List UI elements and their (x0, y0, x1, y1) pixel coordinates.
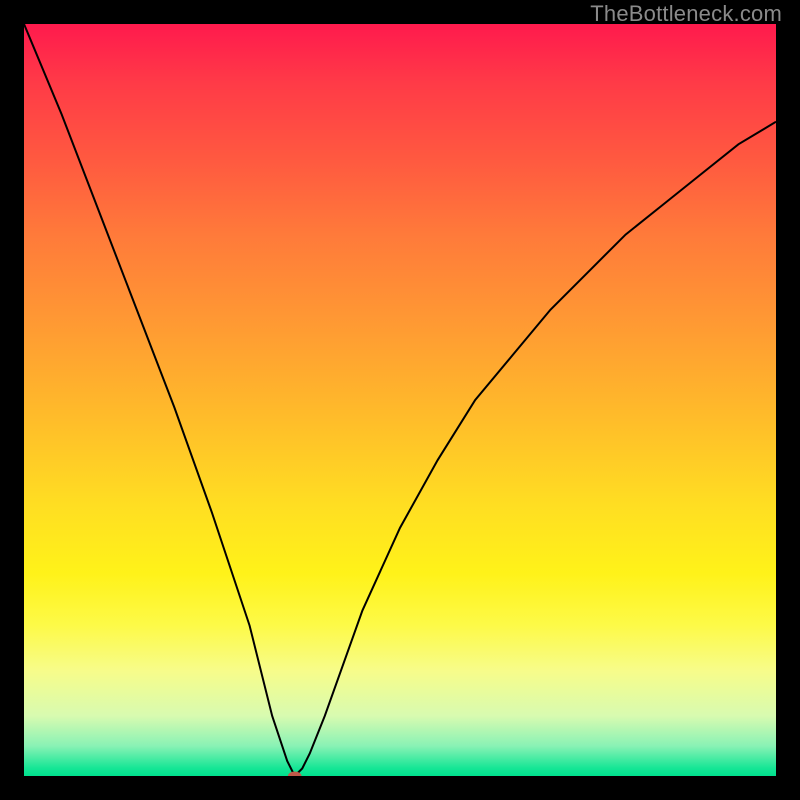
plot-area (24, 24, 776, 776)
chart-frame: TheBottleneck.com (0, 0, 800, 800)
curve-svg (24, 24, 776, 776)
bottleneck-curve (24, 24, 776, 776)
